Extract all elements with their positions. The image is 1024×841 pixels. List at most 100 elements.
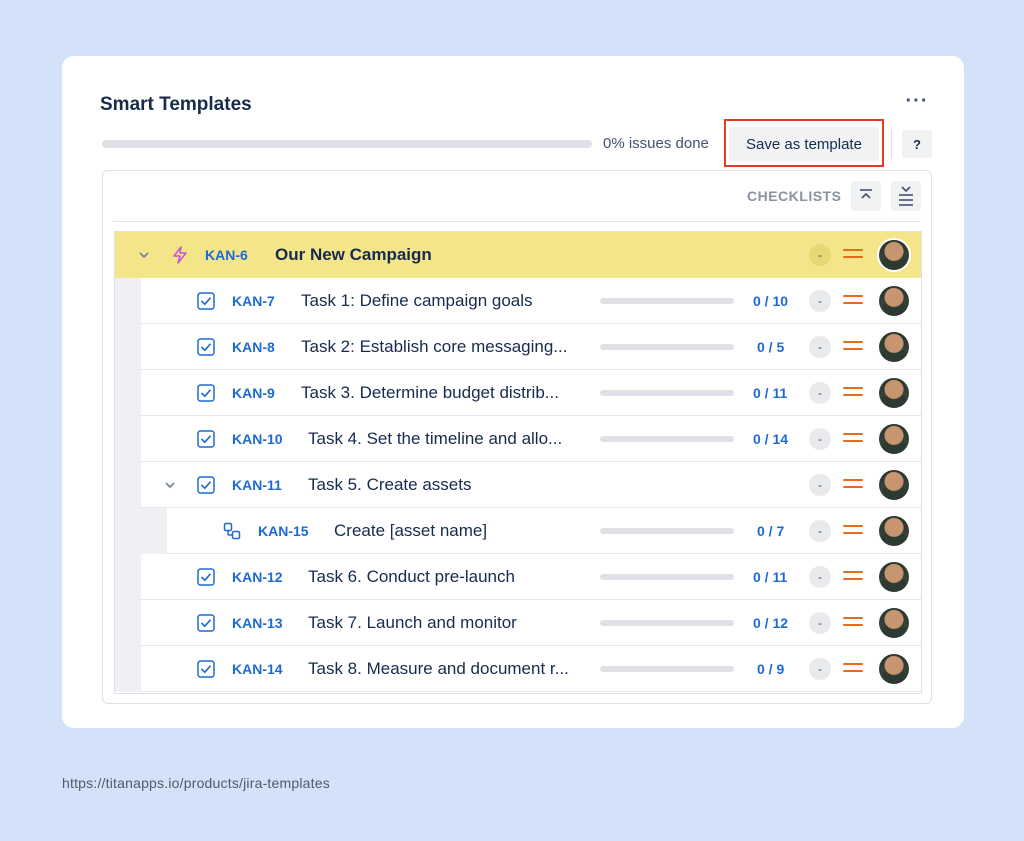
expand-all-button[interactable] <box>891 181 921 211</box>
lightning-icon <box>173 246 187 264</box>
panel-divider <box>113 221 921 222</box>
issue-row[interactable]: KAN-12 Task 6. Conduct pre-launch 0 / 11 - <box>115 554 921 600</box>
issue-row[interactable]: KAN-9 Task 3. Determine budget distrib...… <box>115 370 921 416</box>
checkbox-icon <box>197 476 215 494</box>
issue-summary[interactable]: Task 2: Establish core messaging... <box>301 337 567 357</box>
checkbox-icon <box>197 568 215 586</box>
issue-key[interactable]: KAN-15 <box>258 523 309 539</box>
avatar[interactable] <box>879 332 909 362</box>
checklist-progress-bar <box>600 620 734 626</box>
avatar[interactable] <box>879 378 909 408</box>
checklist-count[interactable]: 0 / 5 <box>757 339 784 355</box>
avatar[interactable] <box>879 608 909 638</box>
checklists-label: CHECKLISTS <box>747 188 842 204</box>
avatar[interactable] <box>879 654 909 684</box>
checklist-progress-bar <box>600 574 734 580</box>
tree-indent <box>115 416 141 462</box>
checklist-count[interactable]: 0 / 12 <box>753 615 788 631</box>
priority-medium-icon[interactable] <box>843 663 865 675</box>
tree-indent <box>115 370 141 416</box>
issue-summary[interactable]: Task 6. Conduct pre-launch <box>308 567 515 587</box>
avatar[interactable] <box>879 562 909 592</box>
issue-row[interactable]: KAN-13 Task 7. Launch and monitor 0 / 12 - <box>115 600 921 646</box>
tree-indent <box>115 324 141 370</box>
issue-key[interactable]: KAN-7 <box>232 293 275 309</box>
issue-key[interactable]: KAN-11 <box>232 477 282 493</box>
chevron-down-icon[interactable] <box>163 478 177 492</box>
status-badge[interactable]: - <box>809 290 831 312</box>
help-button[interactable]: ? <box>902 130 932 158</box>
checklist-count[interactable]: 0 / 10 <box>753 293 788 309</box>
status-badge[interactable]: - <box>809 520 831 542</box>
status-badge[interactable]: - <box>809 428 831 450</box>
avatar[interactable] <box>879 286 909 316</box>
issue-summary[interactable]: Task 8. Measure and document r... <box>308 659 569 679</box>
priority-medium-icon[interactable] <box>843 525 865 537</box>
issue-summary[interactable]: Task 3. Determine budget distrib... <box>301 383 559 403</box>
avatar[interactable] <box>879 424 909 454</box>
checklist-count[interactable]: 0 / 9 <box>757 661 784 677</box>
priority-medium-icon[interactable] <box>843 341 865 353</box>
checklist-count[interactable]: 0 / 7 <box>757 523 784 539</box>
issue-row[interactable]: KAN-11 Task 5. Create assets - <box>115 462 921 508</box>
issue-key[interactable]: KAN-12 <box>232 569 283 585</box>
issue-summary[interactable]: Task 7. Launch and monitor <box>308 613 517 633</box>
checklist-count[interactable]: 0 / 11 <box>753 569 787 585</box>
priority-medium-icon[interactable] <box>843 249 865 261</box>
status-badge[interactable]: - <box>809 566 831 588</box>
issues-progress-bar <box>102 140 592 148</box>
issues-progress-text: 0% issues done <box>603 135 709 152</box>
issue-key[interactable]: KAN-14 <box>232 661 283 677</box>
save-as-template-button[interactable]: Save as template <box>729 127 879 161</box>
checklist-progress-bar <box>600 666 734 672</box>
checkbox-icon <box>197 384 215 402</box>
issue-list: KAN-6 Our New Campaign - KAN-7 Task 1: De… <box>114 231 922 694</box>
issue-summary[interactable]: Our New Campaign <box>275 245 432 265</box>
subtask-row[interactable]: KAN-15 Create [asset name] 0 / 7 - <box>115 508 921 554</box>
issue-row[interactable]: KAN-8 Task 2: Establish core messaging...… <box>115 324 921 370</box>
checkbox-icon <box>197 338 215 356</box>
status-badge[interactable]: - <box>809 658 831 680</box>
avatar[interactable] <box>879 470 909 500</box>
issue-summary[interactable]: Task 1: Define campaign goals <box>301 291 533 311</box>
issue-row[interactable]: KAN-14 Task 8. Measure and document r... 0… <box>115 646 921 692</box>
toolbar-divider <box>891 130 892 158</box>
issue-key[interactable]: KAN-13 <box>232 615 283 631</box>
status-badge[interactable]: - <box>809 612 831 634</box>
priority-medium-icon[interactable] <box>843 617 865 629</box>
subtask-icon <box>223 522 241 540</box>
checklist-count[interactable]: 0 / 14 <box>753 431 788 447</box>
issue-summary[interactable]: Task 5. Create assets <box>308 475 471 495</box>
issue-summary[interactable]: Task 4. Set the timeline and allo... <box>308 429 562 449</box>
checkbox-icon <box>197 614 215 632</box>
more-options-icon[interactable]: ··· <box>902 91 932 116</box>
status-badge[interactable]: - <box>809 474 831 496</box>
priority-medium-icon[interactable] <box>843 295 865 307</box>
avatar[interactable] <box>879 240 909 270</box>
checklist-count[interactable]: 0 / 11 <box>753 385 787 401</box>
issue-key[interactable]: KAN-10 <box>232 431 283 447</box>
row-divider <box>141 691 921 692</box>
issue-key[interactable]: KAN-6 <box>205 247 248 263</box>
parent-issue-row[interactable]: KAN-6 Our New Campaign - <box>115 232 921 278</box>
chevron-down-icon[interactable] <box>137 248 151 262</box>
issue-key[interactable]: KAN-9 <box>232 385 275 401</box>
priority-medium-icon[interactable] <box>843 479 865 491</box>
avatar[interactable] <box>879 516 909 546</box>
smart-templates-card: Smart Templates ··· 0% issues done Save … <box>62 56 964 728</box>
checkbox-icon <box>197 430 215 448</box>
page-title: Smart Templates <box>100 94 252 115</box>
priority-medium-icon[interactable] <box>843 433 865 445</box>
issue-row[interactable]: KAN-10 Task 4. Set the timeline and allo.… <box>115 416 921 462</box>
priority-medium-icon[interactable] <box>843 387 865 399</box>
status-badge[interactable]: - <box>809 244 831 266</box>
priority-medium-icon[interactable] <box>843 571 865 583</box>
status-badge[interactable]: - <box>809 336 831 358</box>
checklist-progress-bar <box>600 298 734 304</box>
issue-summary[interactable]: Create [asset name] <box>334 521 487 541</box>
issue-row[interactable]: KAN-7 Task 1: Define campaign goals 0 / 10… <box>115 278 921 324</box>
collapse-all-button[interactable] <box>851 181 881 211</box>
issue-key[interactable]: KAN-8 <box>232 339 275 355</box>
tree-indent <box>115 554 141 600</box>
status-badge[interactable]: - <box>809 382 831 404</box>
